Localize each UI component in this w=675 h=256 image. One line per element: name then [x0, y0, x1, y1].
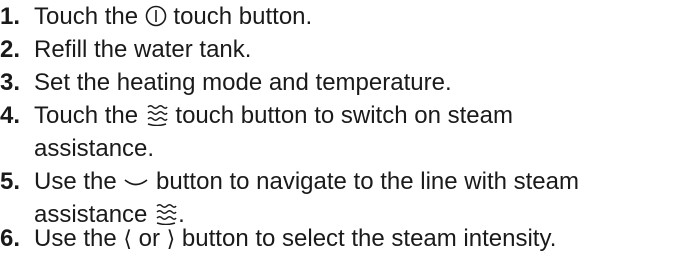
step-number: 5. [0, 168, 21, 195]
step-number: 3. [0, 69, 21, 96]
step-number: 1. [0, 3, 21, 30]
chevron-down-icon [123, 176, 149, 192]
chevron-right-icon: ⟩ [166, 227, 176, 252]
step-text: touch button to switch on steam [168, 102, 513, 129]
step-text: Use the [34, 225, 124, 252]
steam-icon [145, 104, 169, 126]
step-text: button to select the steam intensity. [175, 225, 557, 252]
step-text: touch button. [166, 3, 313, 30]
chevron-left-icon: ⟨ [123, 227, 132, 252]
step-text: Touch the [34, 102, 145, 129]
step-number: 4. [0, 102, 21, 129]
power-icon [145, 5, 167, 27]
step-number: 6. [0, 225, 21, 252]
step-3: 3. Set the heating mode and temperature. [0, 66, 452, 99]
step-4: 4. Touch the touch button to switch on st… [0, 99, 513, 132]
step-6: 6. Use the ⟨ or ⟩ button to select the st… [0, 222, 556, 256]
step-2: 2. Refill the water tank. [0, 33, 251, 66]
step-5: 5. Use the button to navigate to the line… [0, 165, 579, 198]
step-text: Refill the water tank. [34, 36, 252, 63]
step-text: button to navigate to the line with stea… [149, 168, 579, 195]
step-text: Set the heating mode and temperature. [34, 69, 452, 96]
step-4-continuation: assistance. [34, 135, 155, 162]
step-text: or [131, 225, 167, 252]
step-number: 2. [0, 36, 21, 63]
step-text: Touch the [34, 3, 145, 30]
step-text: Use the [34, 168, 124, 195]
step-1: 1. Touch the touch button. [0, 0, 312, 33]
instruction-steps: 1. Touch the touch button. 2. Refill the w… [0, 0, 675, 255]
